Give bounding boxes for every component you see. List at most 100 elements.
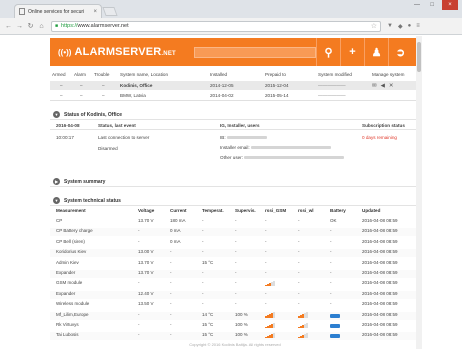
header-search-input[interactable] [193, 46, 316, 58]
rssi-gsm-cell: - [265, 259, 267, 265]
window-close-button[interactable]: × [442, 0, 458, 10]
scrollbar-thumb[interactable] [417, 42, 421, 72]
col-rssi-wl: rssi_wl [298, 208, 314, 213]
tab-close-icon[interactable]: × [93, 9, 97, 15]
app-header: ((•)) ALARMSERVER.NET ⚲ + ♟ ➲ [50, 38, 420, 66]
logout-icon[interactable]: ➲ [388, 38, 412, 66]
col-battery: Battery [330, 208, 346, 213]
technical-row: CP Battery charge - 0 mA - - - 2016-04-08 08:5… [50, 228, 420, 237]
home-icon[interactable]: ⌂ [37, 23, 46, 30]
col-modified: System modified [318, 72, 352, 77]
rssi-gsm-cell: - [265, 270, 267, 275]
current-cell: - [170, 270, 172, 275]
updated-cell: 2016-04-08 08:59 [362, 249, 398, 255]
battery-cell: OK [330, 218, 337, 223]
system-row[interactable]: – – – BMW, Latvia 2014-04-02 2015-05-14 … [50, 91, 420, 100]
col-alarm: Alarm [74, 72, 86, 77]
technical-section-header[interactable]: ▼ System technical status [50, 196, 420, 206]
current-cell: - [170, 249, 172, 255]
new-tab-button[interactable] [102, 7, 118, 16]
trouble-cell: – [102, 93, 105, 98]
current-cell: - [170, 311, 172, 317]
rssi-wl-cell: - [298, 270, 300, 275]
maximize-icon[interactable]: □ [430, 2, 434, 8]
supervision-cell: 100 % [235, 311, 248, 317]
status-col-status: Status, last event [98, 123, 136, 128]
other-user: Other user: [220, 155, 345, 160]
logo-signal-icon: ((•)) [58, 47, 72, 57]
col-current: Current [170, 208, 187, 213]
message-icon[interactable]: ✉ [372, 83, 377, 89]
voltage-cell: 13.00 V [138, 249, 154, 255]
reload-icon[interactable]: ↻ [26, 22, 35, 30]
shield-icon[interactable]: ◆ [398, 23, 403, 30]
page-icon [19, 8, 25, 15]
forward-icon[interactable]: → [15, 23, 24, 30]
browser-tab[interactable]: Online services for securi × [14, 4, 102, 18]
rssi-gsm-cell: - [265, 218, 267, 223]
logo[interactable]: ALARMSERVER.NET [74, 46, 175, 58]
summary-section-title: System summary [64, 178, 106, 185]
technical-row: Tai Lubosis - - 15 °C 100 % 2016-04-08 08:59 [50, 332, 420, 341]
redacted-text [226, 136, 267, 140]
bookmark-star-icon[interactable]: ☆ [371, 22, 377, 30]
systems-table-header: Armed Alarm Trouble System name, Locatio… [50, 70, 420, 79]
current-cell: 0 mA [170, 238, 181, 244]
col-armed: Armed [52, 72, 66, 77]
temperature-cell: - [202, 270, 204, 275]
temperature-cell: - [202, 218, 204, 223]
status-section-title: Status of Kodinis, Office [64, 111, 123, 118]
supervision-cell: - [235, 290, 237, 296]
status-time: 10:00:17 [56, 135, 74, 140]
voltage-cell: - [138, 332, 140, 338]
wireless-signal-icon [298, 332, 308, 339]
temperature-cell: - [202, 280, 204, 286]
col-supervision: Supervis. [235, 208, 256, 213]
collapse-chevron-icon[interactable]: ▼ [53, 111, 60, 118]
supervision-cell: - [235, 280, 237, 286]
status-section-header[interactable]: ▼ Status of Kodinis, Office [50, 110, 420, 120]
plus-icon[interactable]: + [340, 38, 364, 66]
back-icon[interactable]: ← [4, 23, 13, 30]
measurement-cell: CP Battery charge [56, 228, 93, 234]
supervision-cell: - [235, 270, 237, 275]
system-name-cell[interactable]: Kodinis, Office [120, 83, 152, 88]
menu-icon[interactable]: ≡ [416, 23, 420, 30]
minimize-icon[interactable]: — [414, 2, 420, 8]
page-scrollbar[interactable] [416, 36, 422, 349]
col-updated: Updated [362, 208, 381, 213]
status-date: 2016-04-08 [56, 123, 80, 128]
search-icon[interactable]: ⚲ [316, 38, 340, 66]
header-icons: ⚲ + ♟ ➲ [316, 38, 412, 66]
manage-actions: ✉ ◀ ✕ [372, 83, 393, 89]
voltage-cell: 12.40 V [138, 290, 154, 296]
technical-row: Expander 12.40 V - - - - 2016-04-08 08:59 - - [50, 290, 420, 299]
wireless-signal-icon [298, 322, 308, 328]
temperature-cell: - [202, 228, 204, 234]
col-installed: Installed [210, 72, 228, 77]
summary-section-header[interactable]: ▶ System summary [50, 177, 420, 187]
address-bar[interactable]: ■ https:// www.alarmserver.net ☆ [51, 20, 381, 32]
subscription-status: 0 days remaining [362, 135, 397, 140]
system-name-cell[interactable]: BMW, Latvia [120, 93, 146, 98]
download-icon[interactable]: ▼ [387, 23, 393, 30]
current-cell: - [170, 322, 172, 327]
installer-id-label: IB: [220, 135, 226, 140]
delete-icon[interactable]: ✕ [389, 83, 394, 89]
measurement-cell: Wireless module [56, 301, 90, 307]
technical-row: Expander 13.70 V - - - - 2016-04-08 08:59 - - [50, 270, 420, 278]
expand-chevron-icon[interactable]: ▶ [53, 178, 60, 185]
collapse-chevron-icon[interactable]: ▼ [53, 197, 60, 204]
extension-icon[interactable]: ● [408, 23, 412, 30]
current-cell: - [170, 259, 172, 265]
system-row-selected[interactable]: – – – Kodinis, Office 2014-12-05 2015-12… [50, 81, 420, 90]
rssi-gsm-cell: - [265, 228, 267, 234]
user-icon[interactable]: ♟ [364, 38, 388, 66]
disarmed-text: Disarmed [98, 146, 118, 151]
battery-cell: - [330, 301, 332, 307]
current-cell: 0 mA [170, 228, 181, 234]
temperature-cell: - [202, 301, 204, 307]
share-icon[interactable]: ◀ [381, 83, 385, 89]
battery-cell: - [330, 259, 332, 265]
technical-row: CP Bell (siren) - 0 mA - - - 2016-04-08 08:59 -… [50, 239, 420, 247]
